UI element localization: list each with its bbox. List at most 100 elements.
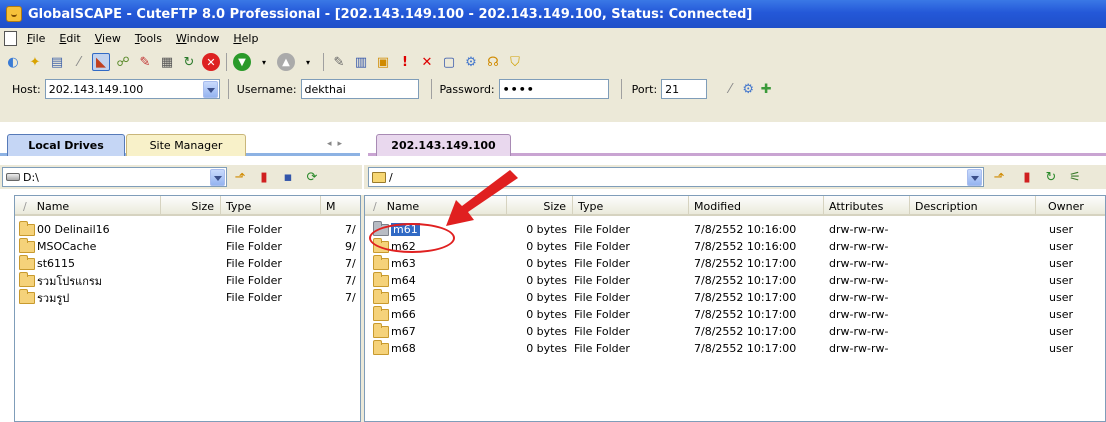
table-row[interactable]: m64 0 bytes File Folder 7/8/2552 10:17:00 dr… bbox=[365, 272, 1105, 289]
remote-col-description[interactable]: Description bbox=[910, 196, 1036, 216]
new-folder-icon[interactable]: ▣ bbox=[374, 53, 392, 71]
remote-up-folder-icon[interactable]: ⬏ bbox=[990, 168, 1008, 186]
close-icon[interactable]: ✕ bbox=[202, 53, 220, 71]
remote-file-list[interactable]: ∕ Name Size Type Modified Attributes Desc… bbox=[364, 195, 1106, 422]
list-item[interactable]: รวมรูป File Folder 7/ bbox=[15, 289, 360, 306]
menu-file[interactable]: File bbox=[27, 32, 45, 45]
menu-edit[interactable]: Edit bbox=[59, 32, 80, 45]
folder-icon bbox=[373, 306, 389, 321]
quick-settings-icon[interactable]: ⚙ bbox=[739, 80, 757, 98]
file-type: File Folder bbox=[574, 325, 630, 338]
refresh-icon[interactable]: ↻ bbox=[180, 53, 198, 71]
disconnect-icon[interactable]: ⁄ bbox=[70, 53, 88, 71]
delete-icon[interactable]: ▮ bbox=[255, 168, 273, 186]
remote-refresh-icon[interactable]: ↻ bbox=[1042, 168, 1060, 186]
file-modified: 7/8/2552 10:17:00 bbox=[694, 308, 797, 321]
cuteftp-app-icon[interactable] bbox=[6, 6, 22, 22]
port-label: Port: bbox=[631, 82, 658, 96]
local-file-list[interactable]: ∕ Name Size Type M 00 Delinail16 File Fold… bbox=[14, 195, 361, 422]
file-attributes: drw-rw-rw- bbox=[829, 223, 889, 236]
menu-help[interactable]: Help bbox=[233, 32, 258, 45]
host-combo[interactable]: 202.143.149.100 bbox=[44, 79, 220, 99]
table-row[interactable]: m68 0 bytes File Folder 7/8/2552 10:17:00 dr… bbox=[365, 340, 1105, 357]
file-type: File Folder bbox=[574, 257, 630, 270]
upload-icon[interactable]: ▲ bbox=[277, 53, 295, 71]
folder-icon bbox=[19, 289, 35, 304]
up-folder-icon[interactable]: ⬏ bbox=[231, 168, 249, 186]
file-owner: user bbox=[1049, 240, 1073, 253]
file-owner: user bbox=[1049, 308, 1073, 321]
file-owner: user bbox=[1049, 223, 1073, 236]
remote-col-modified[interactable]: Modified bbox=[689, 196, 824, 216]
download-dropdown-icon[interactable]: ▾ bbox=[255, 53, 273, 71]
new-site-icon[interactable]: ▤ bbox=[48, 53, 66, 71]
quick-disconnect-icon[interactable]: ⁄ bbox=[721, 80, 739, 98]
menu-window[interactable]: Window bbox=[176, 32, 219, 45]
tab-remote-server[interactable]: 202.143.149.100 bbox=[376, 134, 511, 156]
download-icon[interactable]: ▼ bbox=[233, 53, 251, 71]
file-modified: 7/8/2552 10:17:00 bbox=[694, 342, 797, 355]
table-row[interactable]: m66 0 bytes File Folder 7/8/2552 10:17:00 dr… bbox=[365, 306, 1105, 323]
quick-connect-go-icon[interactable]: ✚ bbox=[757, 80, 775, 98]
file-name-cell: m68 bbox=[373, 340, 507, 357]
remote-col-owner[interactable]: Owner bbox=[1036, 196, 1105, 216]
shield-icon[interactable]: ⛉ bbox=[506, 53, 524, 71]
table-row[interactable]: m63 0 bytes File Folder 7/8/2552 10:17:00 dr… bbox=[365, 255, 1105, 272]
local-col-modified[interactable]: M bbox=[321, 196, 360, 216]
title-bar[interactable]: GlobalSCAPE - CuteFTP 8.0 Professional -… bbox=[0, 0, 1106, 28]
username-value: dekthai bbox=[304, 82, 346, 96]
document-icon[interactable] bbox=[4, 30, 17, 46]
properties-icon[interactable]: ▢ bbox=[440, 53, 458, 71]
remote-col-attributes[interactable]: Attributes bbox=[824, 196, 910, 216]
table-row[interactable]: m65 0 bytes File Folder 7/8/2552 10:17:00 dr… bbox=[365, 289, 1105, 306]
file-attributes: drw-rw-rw- bbox=[829, 274, 889, 287]
folder-icon bbox=[373, 255, 389, 270]
file-owner: user bbox=[1049, 325, 1073, 338]
local-col-type[interactable]: Type bbox=[221, 196, 321, 216]
menu-view[interactable]: View bbox=[95, 32, 121, 45]
host-dropdown-icon[interactable] bbox=[202, 80, 218, 98]
stop-icon[interactable]: ✎ bbox=[136, 53, 154, 71]
new-folder-icon[interactable]: ▪ bbox=[279, 168, 297, 186]
remote-col-type[interactable]: Type bbox=[573, 196, 689, 216]
exclamation-icon[interactable]: ! bbox=[396, 53, 414, 71]
tab-scroll-arrows[interactable]: ◂▸ bbox=[327, 139, 348, 149]
file-attributes: drw-rw-rw- bbox=[829, 308, 889, 321]
file-size: 0 bytes bbox=[526, 240, 567, 253]
local-path-combo[interactable]: D:\ bbox=[2, 167, 227, 187]
tab-site-manager[interactable]: Site Manager bbox=[126, 134, 246, 156]
tab-local-drives[interactable]: Local Drives bbox=[7, 134, 125, 156]
wizard-icon[interactable]: ✦ bbox=[26, 53, 44, 71]
list-item[interactable]: รวมโปรแกรม File Folder 7/ bbox=[15, 272, 360, 289]
list-item[interactable]: st6115 File Folder 7/ bbox=[15, 255, 360, 272]
local-path: D:\ bbox=[23, 170, 39, 184]
password-value: •••• bbox=[502, 82, 535, 96]
remote-delete-icon[interactable]: ▮ bbox=[1018, 168, 1036, 186]
upload-dropdown-icon[interactable]: ▾ bbox=[299, 53, 317, 71]
local-col-size[interactable]: Size bbox=[161, 196, 221, 216]
port-field[interactable]: 21 bbox=[661, 79, 708, 99]
local-col-name[interactable]: ∕ Name bbox=[15, 196, 161, 216]
local-path-dropdown-icon[interactable] bbox=[210, 168, 225, 186]
help-icon[interactable]: ☊ bbox=[484, 53, 502, 71]
table-row[interactable]: m62 0 bytes File Folder 7/8/2552 10:16:00 dr… bbox=[365, 238, 1105, 255]
menu-tools[interactable]: Tools bbox=[135, 32, 162, 45]
quick-connect-icon[interactable]: ◣ bbox=[92, 53, 110, 71]
password-field[interactable]: •••• bbox=[498, 79, 609, 99]
list-item[interactable]: 00 Delinail16 File Folder 7/ bbox=[15, 221, 360, 238]
toolbar-separator bbox=[323, 53, 324, 71]
delete-icon[interactable]: ✕ bbox=[418, 53, 436, 71]
site-manager-icon[interactable]: ▦ bbox=[158, 53, 176, 71]
window-title: GlobalSCAPE - CuteFTP 8.0 Professional -… bbox=[28, 6, 753, 22]
table-row[interactable]: m67 0 bytes File Folder 7/8/2552 10:17:00 dr… bbox=[365, 323, 1105, 340]
remote-path-dropdown-icon[interactable] bbox=[967, 168, 982, 186]
transfer-icon[interactable]: ▥ bbox=[352, 53, 370, 71]
list-item[interactable]: MSOCache File Folder 9/ bbox=[15, 238, 360, 255]
remote-filter-icon[interactable]: ⚟ bbox=[1066, 168, 1084, 186]
edit-icon[interactable]: ✎ bbox=[330, 53, 348, 71]
reconnect-icon[interactable]: ☍ bbox=[114, 53, 132, 71]
connect-icon[interactable]: ◐ bbox=[4, 53, 22, 71]
username-field[interactable]: dekthai bbox=[300, 79, 419, 99]
refresh-icon[interactable]: ⟳ bbox=[303, 168, 321, 186]
settings-icon[interactable]: ⚙ bbox=[462, 53, 480, 71]
